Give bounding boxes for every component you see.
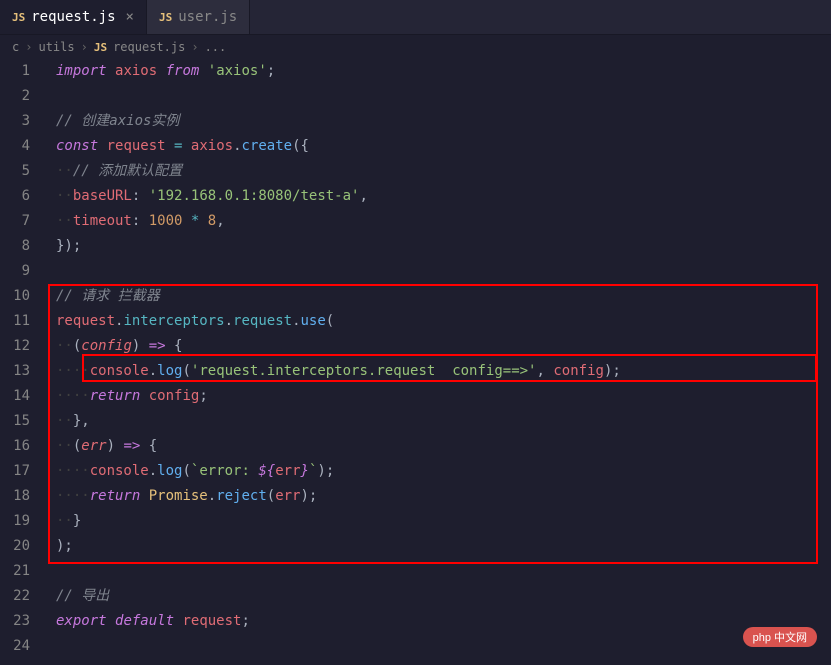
breadcrumb[interactable]: c › utils › JS request.js › ... xyxy=(0,35,831,59)
code-line: ); xyxy=(48,534,831,559)
tab-label: user.js xyxy=(178,9,237,25)
line-number: 4 xyxy=(0,134,30,159)
crumb-item[interactable]: request.js xyxy=(113,40,185,54)
chevron-right-icon: › xyxy=(81,40,88,54)
code-line: ··(err) => { xyxy=(48,434,831,459)
line-number: 18 xyxy=(0,484,30,509)
js-file-icon: JS xyxy=(12,11,25,24)
code-line: ··}, xyxy=(48,409,831,434)
line-number: 9 xyxy=(0,259,30,284)
line-number: 16 xyxy=(0,434,30,459)
tabs-bar: JS request.js × JS user.js xyxy=(0,0,831,35)
tab-request-js[interactable]: JS request.js × xyxy=(0,0,147,34)
crumb-item[interactable]: c xyxy=(12,40,19,54)
code-area[interactable]: import axios from 'axios'; // 创建axios实例 … xyxy=(48,59,831,659)
code-line xyxy=(48,259,831,284)
js-file-icon: JS xyxy=(94,41,107,54)
line-number: 11 xyxy=(0,309,30,334)
line-number: 19 xyxy=(0,509,30,534)
line-number: 2 xyxy=(0,84,30,109)
code-line xyxy=(48,634,831,659)
chevron-right-icon: › xyxy=(25,40,32,54)
line-number: 6 xyxy=(0,184,30,209)
line-number: 8 xyxy=(0,234,30,259)
line-number: 12 xyxy=(0,334,30,359)
line-number: 24 xyxy=(0,634,30,659)
code-line: const request = axios.create({ xyxy=(48,134,831,159)
close-icon[interactable]: × xyxy=(126,9,134,25)
code-line: ··timeout: 1000 * 8, xyxy=(48,209,831,234)
line-number: 5 xyxy=(0,159,30,184)
line-number: 1 xyxy=(0,59,30,84)
code-line: export default request; xyxy=(48,609,831,634)
line-number: 10 xyxy=(0,284,30,309)
line-number: 13 xyxy=(0,359,30,384)
code-line: }); xyxy=(48,234,831,259)
line-number: 7 xyxy=(0,209,30,234)
line-number: 23 xyxy=(0,609,30,634)
line-number: 22 xyxy=(0,584,30,609)
code-line: ····return Promise.reject(err); xyxy=(48,484,831,509)
code-line: // 创建axios实例 xyxy=(48,109,831,134)
code-line: // 请求 拦截器 xyxy=(48,284,831,309)
code-line: ··baseURL: '192.168.0.1:8080/test-a', xyxy=(48,184,831,209)
line-number: 20 xyxy=(0,534,30,559)
crumb-item[interactable]: ... xyxy=(205,40,227,54)
tab-label: request.js xyxy=(31,9,115,25)
js-file-icon: JS xyxy=(159,11,172,24)
crumb-item[interactable]: utils xyxy=(38,40,74,54)
watermark-badge: php 中文网 xyxy=(743,627,817,647)
code-line: ····console.log(`error: ${err}`); xyxy=(48,459,831,484)
code-line: ··(config) => { xyxy=(48,334,831,359)
line-number: 21 xyxy=(0,559,30,584)
code-line: import axios from 'axios'; xyxy=(48,59,831,84)
line-number: 14 xyxy=(0,384,30,409)
code-line xyxy=(48,559,831,584)
chevron-right-icon: › xyxy=(191,40,198,54)
line-number: 17 xyxy=(0,459,30,484)
line-number: 3 xyxy=(0,109,30,134)
code-editor[interactable]: 123456789101112131415161718192021222324 … xyxy=(0,59,831,659)
code-line xyxy=(48,84,831,109)
code-line: ··// 添加默认配置 xyxy=(48,159,831,184)
code-line: ····return config; xyxy=(48,384,831,409)
line-gutter: 123456789101112131415161718192021222324 xyxy=(0,59,48,659)
code-line: ··} xyxy=(48,509,831,534)
code-line: ····console.log('request.interceptors.re… xyxy=(48,359,831,384)
line-number: 15 xyxy=(0,409,30,434)
code-line: // 导出 xyxy=(48,584,831,609)
code-line: request.interceptors.request.use( xyxy=(48,309,831,334)
tab-user-js[interactable]: JS user.js xyxy=(147,0,250,34)
